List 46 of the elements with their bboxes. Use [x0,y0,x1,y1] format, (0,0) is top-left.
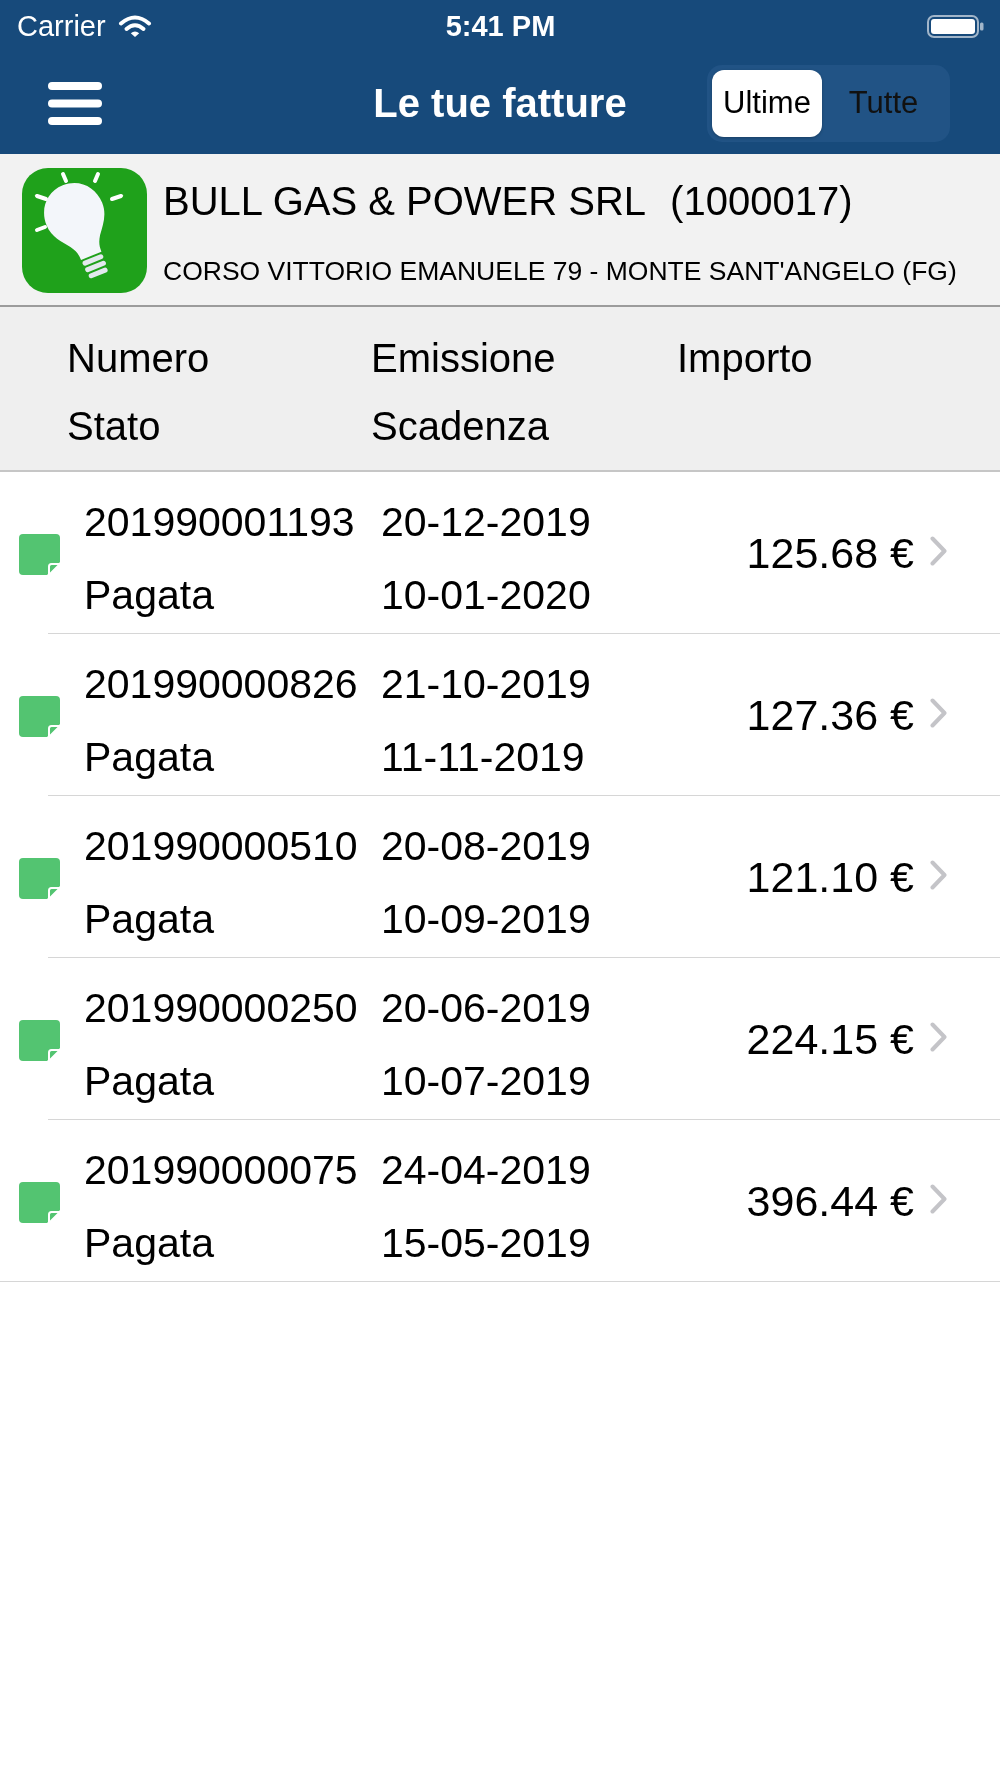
chevron-icon [930,1021,947,1052]
chevron-icon [930,535,947,566]
issue-date: 24-04-2019 [381,1146,591,1195]
column-header: Emissione [371,335,556,382]
invoice-status: Pagata [84,1219,214,1268]
column-header: Scadenza [371,403,549,450]
battery-icon [927,14,984,38]
column-header: Numero [67,335,210,382]
screen-title: Le tue fatture [373,80,627,127]
lightbulb-icon [22,168,147,293]
issue-date: 20-12-2019 [381,498,591,547]
invoice-status: Pagata [84,733,214,782]
invoice-amount: 121.10 € [746,851,914,903]
menu-icon[interactable] [48,81,102,125]
status-time: 5:41 PM [445,9,556,44]
column-header: Importo [677,335,813,382]
due-date: 10-07-2019 [381,1057,591,1106]
invoice-amount: 224.15 € [746,1013,914,1065]
carrier-label: Carrier [17,9,106,44]
due-date: 11-11-2019 [381,733,585,782]
invoice-number: 201990000250 [84,984,358,1033]
invoice-number: 201990001193 [84,498,355,547]
chevron-icon [930,859,947,890]
issue-date: 21-10-2019 [381,660,591,709]
column-header: Stato [67,403,161,450]
segment-tab[interactable]: Ultime [712,69,822,137]
issue-date: 20-08-2019 [381,822,591,871]
invoice-amount: 127.36 € [746,689,914,741]
invoice-amount: 396.44 € [746,1175,914,1227]
due-date: 15-05-2019 [381,1219,591,1268]
chevron-icon [930,697,947,728]
invoice-number: 201990000075 [84,1146,358,1195]
invoice-status: Pagata [84,895,214,944]
invoice-status: Pagata [84,571,214,620]
issue-date: 20-06-2019 [381,984,591,1033]
chevron-icon [930,1183,947,1214]
invoice-number: 201990000826 [84,660,358,709]
customer-code: (1000017) [670,178,853,225]
invoice-amount: 125.68 € [746,527,914,579]
due-date: 10-09-2019 [381,895,591,944]
customer-address: CORSO VITTORIO EMANUELE 79 - MONTE SANT'ANGELO (FG) [163,255,957,288]
invoice-status: Pagata [84,1057,214,1106]
due-date: 10-01-2020 [381,571,591,620]
customer-name: BULL GAS & POWER SRL [163,178,647,225]
invoice-number: 201990000510 [84,822,358,871]
wifi-icon [117,13,152,39]
